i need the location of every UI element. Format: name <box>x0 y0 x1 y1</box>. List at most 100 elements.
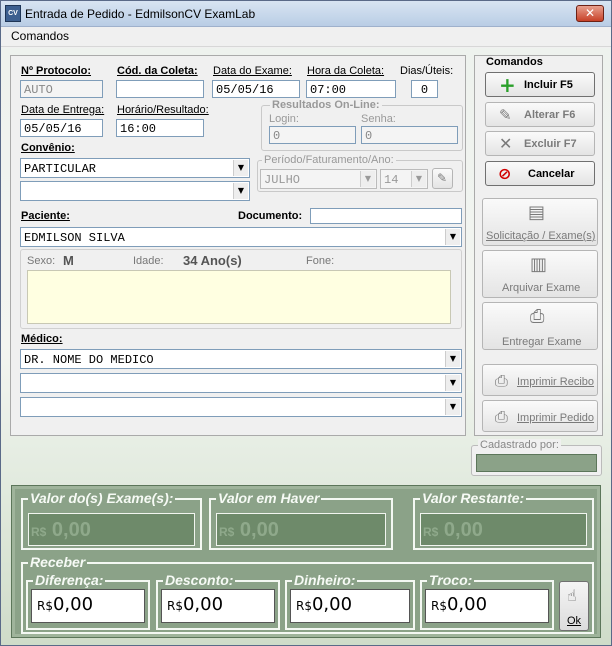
diferenca-field[interactable]: R$0,00 <box>31 589 145 623</box>
data-exame-field[interactable]: 05/05/16 <box>212 80 300 98</box>
desconto-field[interactable]: R$0,00 <box>161 589 275 623</box>
dias-uteis-label: Dias/Úteis: <box>400 65 454 77</box>
horario-resultado-label: Horário/Resultado: <box>117 104 209 116</box>
imprimir-recibo-button[interactable]: ⎙ Imprimir Recibo <box>482 364 598 396</box>
window-title: Entrada de Pedido - EdmilsonCV ExamLab <box>25 7 256 21</box>
senha-field[interactable]: 0 <box>361 126 458 144</box>
entregar-button[interactable]: ⎙ Entregar Exame <box>482 302 598 350</box>
chevron-down-icon: ▼ <box>360 171 375 187</box>
cadastrado-title: Cadastrado por: <box>478 439 561 451</box>
solicitacao-button[interactable]: ▤ Solicitação / Exame(s) <box>482 198 598 246</box>
alterar-label: Alterar F6 <box>524 109 576 121</box>
chevron-down-icon: ▼ <box>233 160 248 176</box>
periodo-month-select[interactable]: JULHO ▼ <box>260 169 377 189</box>
arquivar-button[interactable]: ▥ Arquivar Exame <box>482 250 598 298</box>
cadastrado-group: Cadastrado por: <box>471 439 602 476</box>
paciente-select[interactable]: EDMILSON SILVA ▼ <box>20 227 462 247</box>
valor-haver-amount: 0,00 <box>239 519 279 541</box>
chevron-down-icon: ▼ <box>445 399 460 415</box>
currency-label: R$ <box>219 525 235 539</box>
hand-icon: ☝ <box>567 586 577 605</box>
excluir-label: Excluir F7 <box>524 138 577 150</box>
imprimir-pedido-button[interactable]: ⎙ Imprimir Pedido <box>482 400 598 432</box>
valor-restante-amount: 0,00 <box>443 519 483 541</box>
medico-select-2[interactable]: ▼ <box>20 373 462 393</box>
medico-label: Médico: <box>21 333 63 345</box>
valor-haver-group: Valor em Haver R$ 0,00 <box>209 490 393 550</box>
valor-haver-field: R$ 0,00 <box>216 513 386 546</box>
imprimir-pedido-label: Imprimir Pedido <box>517 412 595 424</box>
valor-exames-group: Valor do(s) Exame(s): R$ 0,00 <box>21 490 202 550</box>
hora-coleta-label: Hora da Coleta: <box>307 65 385 77</box>
documento-label: Documento: <box>238 210 303 222</box>
diferenca-amount: 0,00 <box>52 594 94 615</box>
periodo-edit-button[interactable]: ✎ <box>432 168 453 189</box>
observacoes-area[interactable] <box>27 270 451 324</box>
periodo-day-value: 14 <box>384 173 399 187</box>
currency-label: R$ <box>431 599 447 613</box>
delete-icon: ✕ <box>499 134 513 153</box>
deliver-icon: ⎙ <box>530 306 545 327</box>
chevron-down-icon: ▼ <box>445 229 460 245</box>
currency-label: R$ <box>37 599 53 613</box>
sexo-value: M <box>63 253 74 268</box>
main-window: CV Entrada de Pedido - EdmilsonCV ExamLa… <box>0 0 612 646</box>
convenio-value: PARTICULAR <box>24 162 97 176</box>
desconto-amount: 0,00 <box>182 594 224 615</box>
ok-label: Ok <box>567 615 582 627</box>
cancelar-button[interactable]: ⊘ Cancelar <box>485 161 595 186</box>
troco-field[interactable]: R$0,00 <box>425 589 549 623</box>
senha-label: Senha: <box>361 113 396 125</box>
alterar-button[interactable]: ✎ Alterar F6 <box>485 102 595 127</box>
close-button[interactable]: ✕ <box>576 5 604 22</box>
convenio-select-2[interactable]: ▼ <box>20 181 250 201</box>
troco-group: Troco: R$0,00 <box>420 572 554 630</box>
diferenca-label: Diferença: <box>33 572 106 588</box>
diferenca-group: Diferença: R$0,00 <box>26 572 150 630</box>
login-field[interactable]: 0 <box>269 126 356 144</box>
cancelar-label: Cancelar <box>528 168 575 180</box>
printer-icon: ⎙ <box>495 407 508 426</box>
incluir-button[interactable]: + Incluir F5 <box>485 72 595 97</box>
edit-icon: ✎ <box>499 106 512 124</box>
currency-label: R$ <box>296 599 312 613</box>
solicitacao-label: Solicitação / Exame(s) <box>486 230 596 242</box>
medico-select-1[interactable]: DR. NOME DO MEDICO ▼ <box>20 349 462 369</box>
cod-coleta-field[interactable] <box>116 80 204 98</box>
chevron-down-icon: ▼ <box>233 183 248 199</box>
commands-panel: Comandos + Incluir F5 ✎ Alterar F6 ✕ Exclui… <box>474 55 603 436</box>
paciente-info-group: Sexo: M Idade: 34 Ano(s) Fone: <box>20 249 462 329</box>
entregar-label: Entregar Exame <box>502 336 582 348</box>
valor-haver-label: Valor em Haver <box>216 490 322 506</box>
imprimir-recibo-label: Imprimir Recibo <box>517 376 595 388</box>
valor-restante-group: Valor Restante: R$ 0,00 <box>413 490 594 550</box>
medico-select-3[interactable]: ▼ <box>20 397 462 417</box>
values-panel: Valor do(s) Exame(s): R$ 0,00 Valor em H… <box>11 485 601 638</box>
data-entrega-field[interactable]: 05/05/16 <box>20 119 103 137</box>
ok-button[interactable]: ☝ Ok <box>559 581 589 631</box>
app-icon[interactable]: CV <box>5 5 21 22</box>
horario-resultado-field[interactable]: 16:00 <box>116 119 204 137</box>
currency-label: R$ <box>167 599 183 613</box>
title-bar: CV Entrada de Pedido - EdmilsonCV ExamLa… <box>1 1 611 27</box>
hora-coleta-field[interactable]: 07:00 <box>306 80 396 98</box>
menu-comandos[interactable]: Comandos <box>11 29 69 43</box>
protocolo-label: Nº Protocolo: <box>21 65 92 77</box>
periodo-month-value: JULHO <box>264 173 301 187</box>
receber-group: Receber Diferença: R$0,00 Desconto: R$0,… <box>21 554 594 634</box>
dinheiro-field[interactable]: R$0,00 <box>290 589 410 623</box>
documento-field[interactable] <box>310 208 462 224</box>
dinheiro-label: Dinheiro: <box>292 572 358 588</box>
incluir-label: Incluir F5 <box>524 79 573 91</box>
troco-label: Troco: <box>427 572 475 588</box>
edit-icon: ✎ <box>437 171 448 185</box>
excluir-button[interactable]: ✕ Excluir F7 <box>485 131 595 156</box>
login-label: Login: <box>269 113 299 125</box>
form-panel: Nº Protocolo: AUTO Cód. da Coleta: Data … <box>10 55 466 436</box>
resultados-online-title: Resultados On-Line: <box>270 99 382 111</box>
periodo-day-select[interactable]: 14 ▼ <box>380 169 428 189</box>
protocolo-field[interactable]: AUTO <box>20 80 103 98</box>
printer-icon: ⎙ <box>495 371 508 390</box>
dias-uteis-field[interactable]: 0 <box>411 80 438 98</box>
convenio-select[interactable]: PARTICULAR ▼ <box>20 158 250 178</box>
